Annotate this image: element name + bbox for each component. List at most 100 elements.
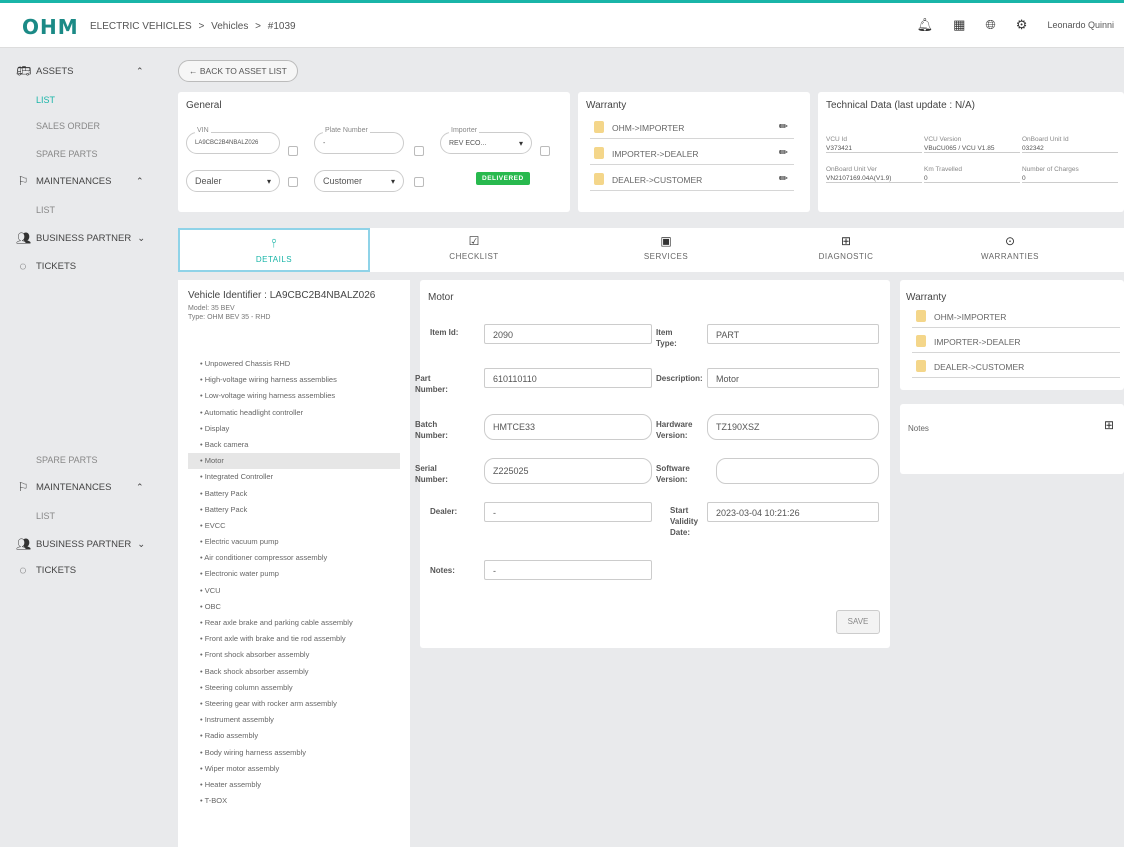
dealer-label: Dealer: — [430, 507, 458, 516]
component-list-item[interactable]: • Front shock absorber assembly — [188, 647, 400, 663]
component-list-item[interactable]: • EVCC — [188, 518, 400, 534]
component-list-item[interactable]: • Front axle with brake and tie rod asse… — [188, 631, 400, 647]
hardware-version-input[interactable]: TZ190XSZ — [707, 414, 879, 440]
vin-field[interactable]: VIN LA9CBC2B4NBALZ026 — [186, 127, 280, 154]
component-list-item[interactable]: • Unpowered Chassis RHD — [188, 356, 400, 372]
chevron-up-icon[interactable]: ⌃ — [136, 482, 144, 493]
cell-label: VCU Version — [924, 136, 962, 143]
bus-icon: 🚌︎ — [16, 64, 32, 78]
chevron-down-icon[interactable]: ⌄ — [137, 539, 145, 550]
breadcrumb-electric-vehicles[interactable]: ELECTRIC VEHICLES — [90, 21, 192, 32]
part-number-input[interactable]: 610110110 — [484, 368, 652, 388]
component-list-item[interactable]: • Air conditioner compressor assembly — [188, 550, 400, 566]
component-list-item[interactable]: • Battery Pack — [188, 486, 400, 502]
copy-icon[interactable] — [414, 146, 424, 156]
component-list-item[interactable]: • Back shock absorber assembly — [188, 664, 400, 680]
caret-down-icon: ▾ — [266, 177, 271, 186]
item-type-input[interactable]: PART — [707, 324, 879, 344]
importer-select[interactable]: Importer REV ECO... ▾ — [440, 127, 532, 154]
caret-down-icon: ▾ — [518, 139, 523, 148]
bell-icon[interactable]: 🔔︎ — [917, 17, 934, 33]
component-list-item[interactable]: • Display — [188, 421, 400, 437]
sidebar-item-list[interactable]: LIST — [36, 95, 55, 105]
gear-icon[interactable]: ⚙ — [1016, 17, 1028, 33]
add-note-icon[interactable]: ⊞ — [1104, 418, 1114, 432]
software-version-input[interactable] — [716, 458, 879, 484]
sidebar-item-spare-parts[interactable]: SPARE PARTS — [36, 455, 98, 465]
sidebar-item-maint-list[interactable]: LIST — [36, 511, 55, 521]
back-to-asset-list-button[interactable]: ← BACK TO ASSET LIST — [178, 60, 298, 82]
component-list-item[interactable]: • Radio assembly — [188, 728, 400, 744]
component-list-item[interactable]: • Electronic water pump — [188, 566, 400, 582]
component-list-item[interactable]: • Low-voltage wiring harness assemblies — [188, 388, 400, 404]
component-list-item[interactable]: • VCU — [188, 583, 400, 599]
component-list-item[interactable]: • Rear axle brake and parking cable asse… — [188, 615, 400, 631]
grid-icon[interactable]: ▦ — [953, 17, 965, 33]
start-validity-date-value: 2023-03-04 10:21:26 — [716, 508, 800, 518]
component-list-item[interactable]: • Back camera — [188, 437, 400, 453]
component-list-item[interactable]: • Steering gear with rocker arm assembly — [188, 696, 400, 712]
start-validity-date-input[interactable]: 2023-03-04 10:21:26 — [707, 502, 879, 522]
sidebar-item-assets[interactable]: 🚌︎ ASSETS ⌃ — [16, 64, 144, 78]
sidebar-item-maint-list[interactable]: LIST — [36, 205, 55, 215]
component-list-item[interactable]: • Instrument assembly — [188, 712, 400, 728]
breadcrumb-vehicles[interactable]: Vehicles — [211, 21, 248, 32]
component-list-item[interactable]: • Body wiring harness assembly — [188, 745, 400, 761]
warranty-row-ohm-importer: OHM->IMPORTER ✏ — [590, 117, 794, 139]
component-list-item[interactable]: • Battery Pack — [188, 502, 400, 518]
dealer-select[interactable]: Dealer ▾ — [186, 170, 280, 192]
sidebar-item-spare-parts[interactable]: SPARE PARTS — [36, 149, 98, 159]
component-list-item[interactable]: • Integrated Controller — [188, 469, 400, 485]
cell-label: VCU Id — [826, 136, 847, 143]
customer-select[interactable]: Customer ▾ — [314, 170, 404, 192]
chevron-up-icon[interactable]: ⌃ — [136, 66, 144, 77]
sidebar-item-maintenances[interactable]: ⚐ MAINTENANCES ⌃ — [16, 480, 144, 494]
component-list-item[interactable]: • T-BOX — [188, 793, 400, 809]
copy-icon[interactable] — [540, 146, 550, 156]
warranty-side-title: Warranty — [906, 292, 947, 303]
component-list-item[interactable]: • Motor — [188, 453, 400, 470]
copy-icon[interactable] — [414, 177, 424, 187]
copy-icon[interactable] — [288, 146, 298, 156]
item-id-input[interactable]: 2090 — [484, 324, 652, 344]
tab-checklist[interactable]: ☑ CHECKLIST — [378, 228, 570, 272]
sidebar-item-label: TICKETS — [36, 260, 77, 272]
user-name[interactable]: Leonardo Quinni — [1047, 20, 1114, 30]
pencil-icon[interactable]: ✏ — [779, 172, 788, 185]
warranty-status-icon — [916, 360, 926, 372]
component-list-item[interactable]: • Steering column assembly — [188, 680, 400, 696]
checklist-icon: ☑ — [468, 234, 480, 248]
tab-warranties[interactable]: ⊙ WARRANTIES — [914, 228, 1106, 272]
component-list-item[interactable]: • Heater assembly — [188, 777, 400, 793]
sidebar-item-business-partner[interactable]: 👥︎ BUSINESS PARTNER ⌄ — [16, 231, 145, 245]
pencil-icon[interactable]: ✏ — [779, 120, 788, 133]
copy-icon[interactable] — [288, 177, 298, 187]
chevron-up-icon[interactable]: ⌃ — [136, 176, 144, 187]
serial-number-input[interactable]: Z225025 — [484, 458, 652, 484]
plate-number-field[interactable]: Plate Number - — [314, 127, 404, 154]
notes-input[interactable]: - — [484, 560, 652, 580]
vehicle-components-card: Vehicle Identifier : LA9CBC2B4NBALZ026 M… — [178, 280, 410, 847]
component-list-item[interactable]: • Electric vacuum pump — [188, 534, 400, 550]
sidebar-item-tickets[interactable]: ◌ TICKETS — [16, 259, 76, 273]
chevron-down-icon[interactable]: ⌄ — [137, 233, 145, 244]
component-list-item[interactable]: • Wiper motor assembly — [188, 761, 400, 777]
dealer-input[interactable]: - — [484, 502, 652, 522]
batch-number-input[interactable]: HMTCE33 — [484, 414, 652, 440]
sidebar-item-maintenances[interactable]: ⚐ MAINTENANCES ⌃ — [16, 174, 144, 188]
component-list-item[interactable]: • High-voltage wiring harness assemblies — [188, 372, 400, 388]
globe-icon[interactable]: 🌐︎ — [985, 17, 995, 33]
sidebar-item-tickets[interactable]: ◌ TICKETS — [16, 563, 76, 577]
cell-value: VBuCU065 / VCU V1.85 — [924, 145, 995, 152]
description-input[interactable]: Motor — [707, 368, 879, 388]
sidebar-item-business-partner[interactable]: 👥︎ BUSINESS PARTNER ⌄ — [16, 537, 145, 551]
pencil-icon[interactable]: ✏ — [779, 146, 788, 159]
save-button[interactable]: SAVE — [836, 610, 880, 634]
component-list-item[interactable]: • OBC — [188, 599, 400, 615]
tab-details[interactable]: ⫯ DETAILS — [178, 228, 370, 272]
sidebar-item-sales-order[interactable]: SALES ORDER — [36, 121, 100, 131]
component-list-item[interactable]: • Automatic headlight controller — [188, 405, 400, 421]
ohm-logo[interactable]: OHM — [22, 15, 79, 39]
warranty-row-ohm-importer: OHM->IMPORTER — [912, 306, 1120, 328]
tab-services[interactable]: ▣ SERVICES — [570, 228, 762, 272]
